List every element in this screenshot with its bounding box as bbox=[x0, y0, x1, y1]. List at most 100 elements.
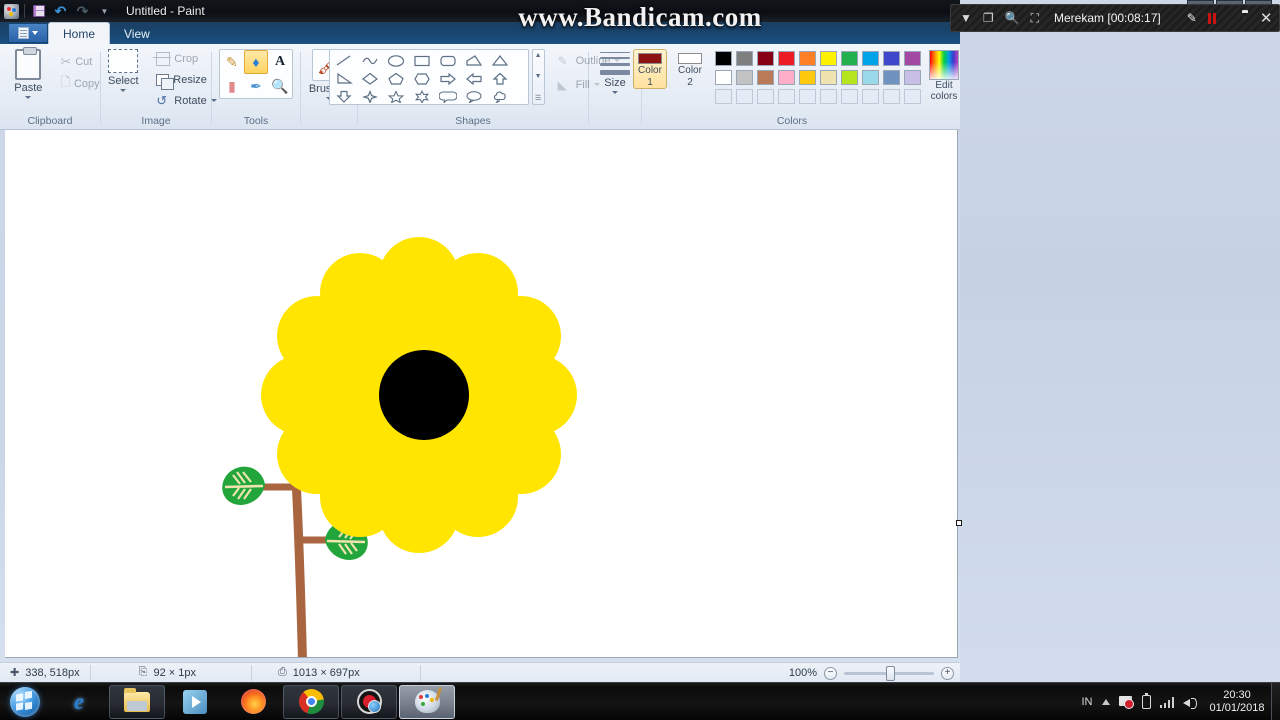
show-hidden-icons-icon[interactable] bbox=[1101, 699, 1110, 705]
taskbar-item-firefox[interactable] bbox=[225, 685, 281, 719]
shape-five-point-star[interactable] bbox=[383, 87, 409, 105]
taskbar-item-windows-explorer[interactable] bbox=[109, 684, 165, 719]
volume-icon[interactable] bbox=[1183, 696, 1197, 709]
start-button[interactable] bbox=[0, 684, 50, 720]
region-select-icon[interactable]: ⛶ bbox=[1031, 11, 1039, 26]
clock[interactable]: 20:30 01/01/2018 bbox=[1206, 689, 1268, 715]
palette-swatch-r1-c6[interactable] bbox=[841, 51, 858, 66]
shape-rounded-callout[interactable] bbox=[435, 87, 461, 105]
action-center-flag-icon[interactable] bbox=[1118, 696, 1134, 709]
palette-swatch-r1-c7[interactable] bbox=[862, 51, 879, 66]
zoom-out-button[interactable]: − bbox=[824, 666, 837, 680]
shape-right-triangle[interactable] bbox=[331, 69, 357, 87]
shape-diamond[interactable] bbox=[357, 69, 383, 87]
tool-pencil[interactable]: ✎ bbox=[220, 50, 244, 74]
taskbar-item-bandicam[interactable] bbox=[341, 684, 397, 719]
shape-pentagon[interactable] bbox=[383, 69, 409, 87]
palette-swatch-empty-r3-c7[interactable] bbox=[862, 89, 879, 104]
paste-button[interactable]: Paste bbox=[3, 47, 53, 99]
palette-swatch-r1-c4[interactable] bbox=[799, 51, 816, 66]
tab-home[interactable]: Home bbox=[48, 22, 111, 44]
shape-rectangle[interactable] bbox=[409, 51, 435, 69]
search-icon[interactable]: 🔍 bbox=[1005, 11, 1020, 25]
language-indicator[interactable]: IN bbox=[1082, 696, 1093, 708]
palette-swatch-empty-r3-c5[interactable] bbox=[820, 89, 837, 104]
tool-magnifier[interactable]: 🔍 bbox=[268, 74, 292, 98]
tool-fill-with-color[interactable]: ♦ bbox=[244, 50, 268, 74]
palette-swatch-r1-c3[interactable] bbox=[778, 51, 795, 66]
expand-gallery-icon[interactable]: ☰ bbox=[535, 94, 541, 102]
shape-hexagon[interactable] bbox=[409, 69, 435, 87]
color1-button[interactable]: Color 1 bbox=[633, 49, 667, 89]
taskbar-item-windows-media-player[interactable] bbox=[167, 685, 223, 719]
palette-swatch-empty-r3-c4[interactable] bbox=[799, 89, 816, 104]
canvas-resize-handle-right[interactable] bbox=[956, 520, 962, 526]
tool-eraser[interactable]: ▮ bbox=[220, 74, 244, 98]
redo-icon[interactable]: ↷ bbox=[74, 3, 91, 19]
crop-button[interactable]: Crop bbox=[153, 49, 219, 68]
zoom-in-button[interactable]: + bbox=[941, 666, 954, 680]
shape-right-arrow[interactable] bbox=[435, 69, 461, 87]
zoom-slider-track[interactable] bbox=[844, 665, 934, 681]
tab-view[interactable]: View bbox=[110, 23, 164, 44]
palette-swatch-r1-c8[interactable] bbox=[883, 51, 900, 66]
drawing-canvas[interactable] bbox=[5, 130, 958, 658]
shape-down-arrow[interactable] bbox=[331, 87, 357, 105]
palette-swatch-r2-c6[interactable] bbox=[841, 70, 858, 85]
shapes-gallery-scroll[interactable]: ▲ ▼ ☰ bbox=[531, 49, 545, 105]
shape-triangle[interactable] bbox=[487, 51, 513, 69]
chevron-down-icon[interactable]: ▼ bbox=[535, 73, 542, 80]
color-palette[interactable] bbox=[713, 49, 923, 106]
palette-swatch-r1-c2[interactable] bbox=[757, 51, 774, 66]
palette-swatch-empty-r3-c8[interactable] bbox=[883, 89, 900, 104]
tool-color-picker[interactable]: ✒ bbox=[244, 74, 268, 98]
palette-swatch-r2-c0[interactable] bbox=[715, 70, 732, 85]
shape-polygon[interactable] bbox=[461, 51, 487, 69]
palette-swatch-empty-r3-c3[interactable] bbox=[778, 89, 795, 104]
palette-swatch-r2-c3[interactable] bbox=[778, 70, 795, 85]
palette-swatch-r2-c1[interactable] bbox=[736, 70, 753, 85]
shape-oval[interactable] bbox=[383, 51, 409, 69]
rotate-button[interactable]: ↺ Rotate bbox=[153, 91, 219, 110]
palette-swatch-r2-c4[interactable] bbox=[799, 70, 816, 85]
select-button[interactable]: Select bbox=[98, 49, 148, 92]
battery-icon[interactable] bbox=[1141, 693, 1151, 709]
shape-rounded-rectangle[interactable] bbox=[435, 51, 461, 69]
palette-swatch-r2-c5[interactable] bbox=[820, 70, 837, 85]
network-signal-icon[interactable] bbox=[1159, 696, 1174, 708]
palette-swatch-r1-c5[interactable] bbox=[820, 51, 837, 66]
palette-swatch-empty-r3-c1[interactable] bbox=[736, 89, 753, 104]
palette-swatch-r2-c7[interactable] bbox=[862, 70, 879, 85]
shapes-gallery[interactable] bbox=[328, 49, 529, 105]
palette-swatch-r1-c0[interactable] bbox=[715, 51, 732, 66]
save-icon[interactable] bbox=[30, 3, 47, 19]
taskbar-item-chrome[interactable] bbox=[283, 684, 339, 719]
shape-line[interactable] bbox=[331, 51, 357, 69]
customize-quick-access-icon[interactable]: ▼ bbox=[96, 3, 113, 19]
window-target-icon[interactable]: ❐ bbox=[983, 11, 994, 25]
palette-swatch-r2-c2[interactable] bbox=[757, 70, 774, 85]
chevron-down-icon[interactable]: ▼ bbox=[960, 11, 972, 25]
palette-swatch-r1-c9[interactable] bbox=[904, 51, 921, 66]
shape-up-arrow[interactable] bbox=[487, 69, 513, 87]
palette-swatch-empty-r3-c0[interactable] bbox=[715, 89, 732, 104]
shape-left-arrow[interactable] bbox=[461, 69, 487, 87]
palette-swatch-r2-c8[interactable] bbox=[883, 70, 900, 85]
taskbar-item-internet-explorer[interactable]: e bbox=[51, 685, 107, 719]
shape-oval-callout[interactable] bbox=[461, 87, 487, 105]
shape-cloud-callout[interactable] bbox=[487, 87, 513, 105]
palette-swatch-empty-r3-c9[interactable] bbox=[904, 89, 921, 104]
shape-six-point-star[interactable] bbox=[409, 87, 435, 105]
palette-swatch-r2-c9[interactable] bbox=[904, 70, 921, 85]
show-desktop-button[interactable] bbox=[1271, 683, 1280, 720]
palette-swatch-empty-r3-c6[interactable] bbox=[841, 89, 858, 104]
shape-curve[interactable] bbox=[357, 51, 383, 69]
pencil-icon[interactable]: ✎ bbox=[1187, 11, 1197, 25]
taskbar-item-paint[interactable] bbox=[399, 684, 455, 719]
edit-colors-button[interactable]: Edit colors bbox=[929, 49, 959, 102]
resize-button[interactable]: Resize bbox=[153, 70, 219, 90]
tool-text[interactable]: A bbox=[268, 50, 292, 74]
color2-button[interactable]: Color 2 bbox=[673, 49, 707, 89]
chevron-up-icon[interactable]: ▲ bbox=[535, 52, 542, 59]
close-icon[interactable]: ✕ bbox=[1260, 11, 1273, 26]
